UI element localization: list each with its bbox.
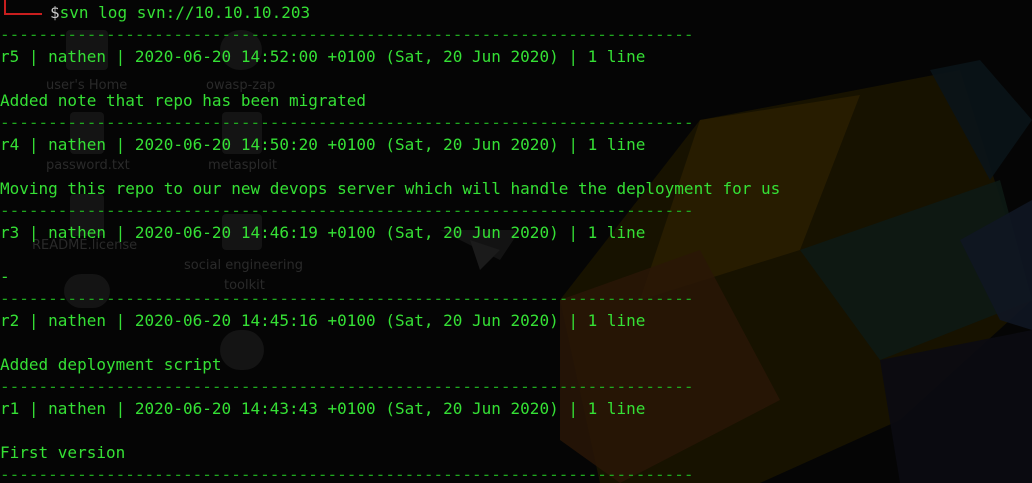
log-entry-header: r2 | nathen | 2020-06-20 14:45:16 +0100 …	[0, 311, 646, 330]
prompt-symbol: $	[50, 3, 60, 22]
log-entry-header: r1 | nathen | 2020-06-20 14:43:43 +0100 …	[0, 399, 646, 418]
log-entry-message: Added note that repo has been migrated	[0, 91, 367, 110]
desktop-label-social-engineering: social engineering	[184, 258, 303, 273]
dragon-icon	[220, 330, 264, 370]
log-separator: ----------------------------------------…	[0, 201, 694, 220]
log-entry-header: r5 | nathen | 2020-06-20 14:52:00 +0100 …	[0, 47, 646, 66]
terminal-window[interactable]: user's Home owasp-zap password.txt metas…	[0, 0, 1032, 483]
desktop-label-password-txt: password.txt	[46, 158, 130, 173]
prompt-corner-decoration	[4, 0, 42, 15]
log-entry-message: -	[0, 267, 10, 286]
desktop-label-metasploit: metasploit	[208, 158, 278, 173]
log-separator: ----------------------------------------…	[0, 465, 694, 483]
log-entry-message: Moving this repo to our new devops serve…	[0, 179, 781, 198]
log-separator: ----------------------------------------…	[0, 289, 694, 308]
command-line: $svn log svn://10.10.10.203	[50, 2, 310, 24]
log-separator: ----------------------------------------…	[0, 113, 694, 132]
log-entry-header: r3 | nathen | 2020-06-20 14:46:19 +0100 …	[0, 223, 646, 242]
log-entry-header: r4 | nathen | 2020-06-20 14:50:20 +0100 …	[0, 135, 646, 154]
log-entry-message: First version	[0, 443, 126, 462]
command-text: svn log svn://10.10.10.203	[59, 3, 311, 22]
log-separator: ----------------------------------------…	[0, 25, 694, 44]
log-separator: ----------------------------------------…	[0, 377, 694, 396]
log-entry-message: Added deployment script	[0, 355, 222, 374]
